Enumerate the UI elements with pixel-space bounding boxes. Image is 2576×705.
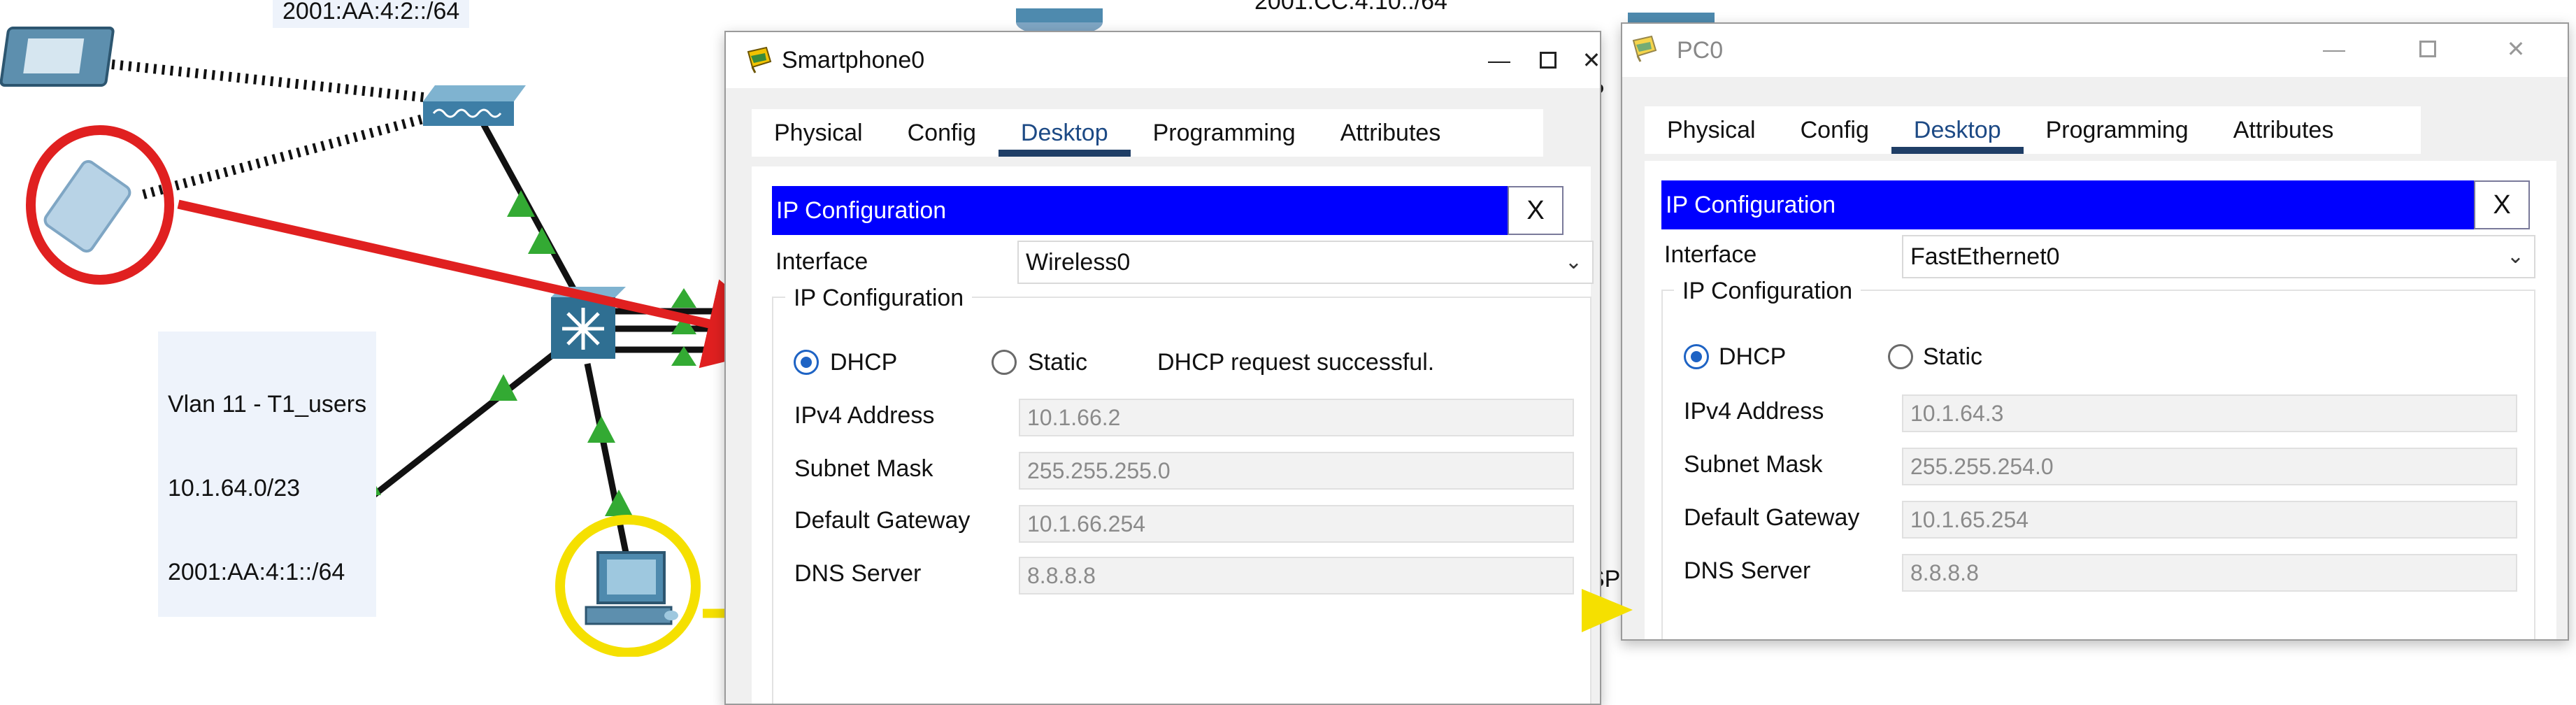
dhcp-status-text: DHCP request successful.: [1157, 349, 1435, 376]
subnet-mask-label: Subnet Mask: [1684, 451, 1823, 478]
tab-config[interactable]: Config: [1778, 106, 1891, 154]
maximize-button[interactable]: [1530, 42, 1566, 78]
tab-programming[interactable]: Programming: [2024, 106, 2211, 154]
title-bar[interactable]: PC0 — ✕: [1622, 24, 2568, 77]
static-radio[interactable]: [992, 350, 1017, 375]
maximize-button[interactable]: [2410, 31, 2446, 67]
pc-config-window: PC0 — ✕ Physical Config Desktop Programm…: [1621, 22, 2569, 641]
static-label[interactable]: Static: [1923, 341, 1982, 372]
dns-server-field[interactable]: 8.8.8.8: [1019, 557, 1574, 594]
red-annotation-arrow: [177, 199, 798, 369]
tab-bar: Physical Config Desktop Programming Attr…: [752, 109, 1543, 157]
ip-configuration-group-title: IP Configuration: [1674, 276, 1861, 306]
packet-tracer-icon: [747, 46, 772, 73]
tab-physical[interactable]: Physical: [1645, 106, 1778, 154]
tab-desktop[interactable]: Desktop: [1891, 106, 2024, 154]
chevron-down-icon: ⌄: [2506, 245, 2524, 268]
ip-configuration-header: IP Configuration: [1661, 180, 2491, 229]
subnet-mask-field[interactable]: 255.255.255.0: [1019, 452, 1574, 490]
subnet-mask-label: Subnet Mask: [794, 455, 933, 482]
tablet-icon[interactable]: [0, 27, 115, 87]
ip-configuration-header: IP Configuration: [772, 186, 1524, 235]
chevron-down-icon: ⌄: [1564, 250, 1582, 273]
interface-value: FastEthernet0: [1910, 243, 2060, 270]
ipv4-address-label: IPv4 Address: [794, 402, 935, 429]
interface-dropdown[interactable]: Wireless0 ⌄: [1017, 241, 1594, 284]
dns-server-label: DNS Server: [1684, 557, 1811, 584]
interface-value: Wireless0: [1026, 249, 1131, 276]
smartphone-icon[interactable]: [43, 159, 133, 254]
default-gateway-label: Default Gateway: [794, 507, 971, 534]
dns-server-label: DNS Server: [794, 560, 922, 587]
dns-server-field[interactable]: 8.8.8.8: [1902, 554, 2517, 592]
tab-attributes[interactable]: Attributes: [2211, 106, 2356, 154]
static-label[interactable]: Static: [1028, 347, 1087, 378]
dhcp-label[interactable]: DHCP: [830, 347, 897, 378]
tab-config[interactable]: Config: [885, 109, 999, 157]
ip-configuration-group-title: IP Configuration: [785, 283, 973, 313]
interface-label: Interface: [775, 248, 868, 275]
tab-desktop[interactable]: Desktop: [998, 109, 1131, 157]
wireless-link-tablet: [111, 59, 431, 103]
tab-physical[interactable]: Physical: [752, 109, 885, 157]
window-title: Smartphone0: [782, 47, 925, 73]
dhcp-radio[interactable]: [794, 350, 819, 375]
ipv4-address-field[interactable]: 10.1.64.3: [1902, 394, 2517, 432]
minimize-button[interactable]: —: [2316, 31, 2352, 67]
desktop-panel: IP Configuration X Interface Wireless0 ⌄…: [752, 166, 1594, 704]
subnet-label-behind: 2001:CC:4:10::/64: [1254, 0, 1447, 15]
smartphone-config-window: Smartphone0 — ✕ Physical Config Desktop …: [724, 31, 1601, 705]
dhcp-radio[interactable]: [1684, 344, 1709, 369]
ipv4-address-label: IPv4 Address: [1684, 398, 1824, 425]
tab-bar: Physical Config Desktop Programming Attr…: [1645, 106, 2421, 154]
window-title: PC0: [1677, 37, 1724, 64]
wireless-link-smartphone: [142, 114, 424, 199]
ip-configuration-close-button[interactable]: X: [2474, 180, 2530, 229]
default-gateway-field[interactable]: 10.1.65.254: [1902, 501, 2517, 539]
title-bar[interactable]: Smartphone0 — ✕: [726, 32, 1600, 88]
packet-tracer-icon: [1632, 35, 1657, 62]
static-radio[interactable]: [1888, 344, 1913, 369]
interface-dropdown[interactable]: FastEthernet0 ⌄: [1902, 235, 2535, 278]
tab-attributes[interactable]: Attributes: [1318, 109, 1464, 157]
close-button[interactable]: ✕: [2498, 31, 2534, 67]
vlan-ipv6-subnet: 2001:AA:4:1::/64: [168, 559, 345, 585]
ipv4-address-field[interactable]: 10.1.66.2: [1019, 399, 1574, 436]
access-point-icon[interactable]: [423, 85, 526, 126]
default-gateway-label: Default Gateway: [1684, 504, 1860, 531]
minimize-button[interactable]: —: [1481, 42, 1517, 78]
vlan-info-label: Vlan 11 - T1_users 10.1.64.0/23 2001:AA:…: [158, 332, 377, 617]
interface-label: Interface: [1664, 241, 1757, 268]
vlan-ipv4-subnet: 10.1.64.0/23: [168, 475, 301, 501]
vlan-name: Vlan 11 - T1_users: [168, 391, 367, 418]
ip-configuration-close-button[interactable]: X: [1508, 186, 1564, 235]
default-gateway-field[interactable]: 10.1.66.254: [1019, 505, 1574, 543]
dhcp-label[interactable]: DHCP: [1719, 341, 1786, 372]
pc-icon[interactable]: [585, 551, 678, 625]
subnet-mask-field[interactable]: 255.255.254.0: [1902, 448, 2517, 485]
subnet-label-top: 2001:AA:4:2::/64: [273, 0, 470, 28]
tab-programming[interactable]: Programming: [1131, 109, 1318, 157]
close-button[interactable]: ✕: [1573, 42, 1600, 78]
desktop-panel: IP Configuration X Interface FastEtherne…: [1645, 161, 2556, 639]
